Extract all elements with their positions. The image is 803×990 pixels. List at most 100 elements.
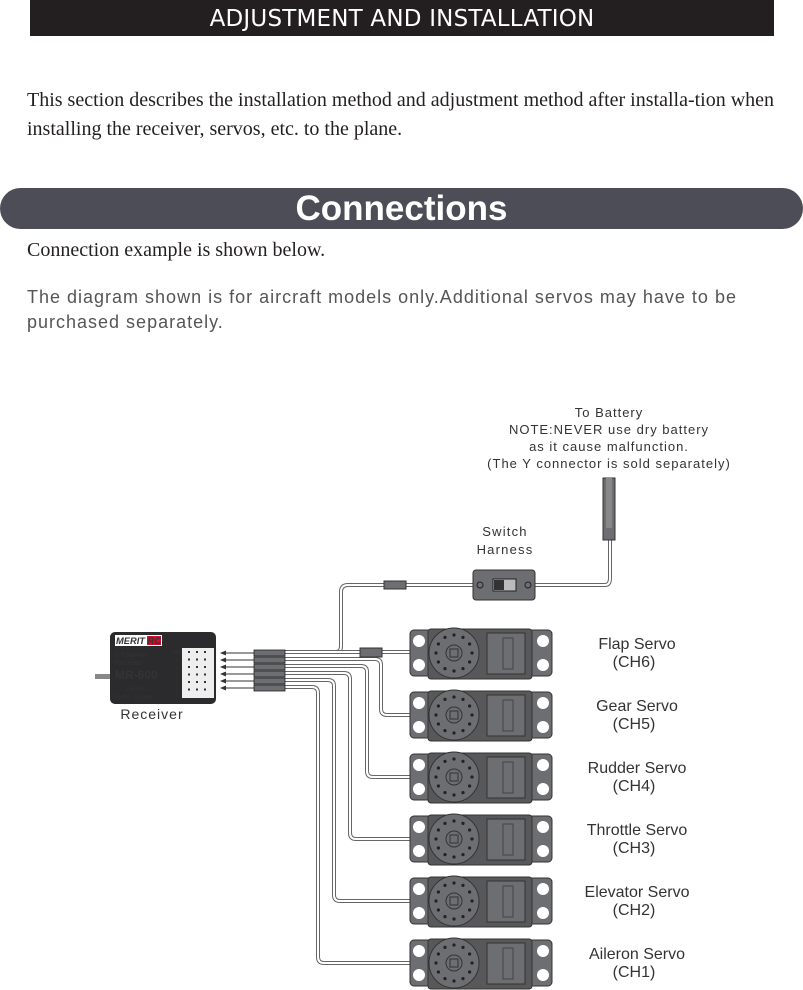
- receiver-text: 2.4GHz: [125, 687, 145, 693]
- port-pin: [188, 651, 190, 653]
- horn-hole: [461, 821, 465, 826]
- horn-hole: [461, 976, 465, 981]
- port-pin: [196, 666, 198, 668]
- switch-label-line: Harness: [477, 542, 534, 557]
- port-pin: [196, 681, 198, 683]
- port-label: 2: [176, 680, 179, 686]
- horn-hole: [443, 976, 447, 981]
- horn-hole: [461, 697, 465, 702]
- horn-hole: [452, 695, 456, 699]
- servo-plug: [253, 677, 286, 685]
- horn-hole: [443, 914, 447, 919]
- horn-hole: [467, 828, 472, 832]
- switch-knob: [494, 580, 504, 590]
- servo-name: Elevator Servo: [585, 884, 690, 901]
- mount-hole: [413, 945, 425, 957]
- battery-wire: [535, 540, 612, 587]
- port-label: 4: [176, 665, 179, 671]
- horn-hole: [467, 704, 472, 708]
- mount-hole: [537, 659, 549, 671]
- arrow-head-icon: [220, 685, 226, 691]
- mount-hole: [537, 759, 549, 771]
- port-pin: [204, 651, 206, 653]
- horn-hole: [452, 855, 456, 859]
- horn-hole: [470, 651, 474, 655]
- port-pin: [204, 666, 206, 668]
- arrow-head-icon: [220, 650, 226, 656]
- port-pin: [204, 681, 206, 683]
- servo-wire: [285, 671, 410, 841]
- servo-channel: (CH3): [613, 840, 656, 857]
- servo-wire: [285, 685, 410, 965]
- servo: [409, 875, 553, 928]
- manual-page: ADJUSTMENT AND INSTALLATION This section…: [0, 0, 803, 990]
- port-label: 1: [176, 688, 179, 694]
- servo-plug: [253, 649, 286, 657]
- servo-name: Gear Servo: [596, 698, 678, 715]
- servo-wire-core: [285, 665, 410, 778]
- mount-hole: [413, 635, 425, 647]
- servo-channel: (CH2): [613, 902, 656, 919]
- horn-hole: [436, 784, 441, 788]
- horn-hole: [434, 651, 438, 655]
- servo-label-plate: [486, 880, 526, 923]
- mount-hole: [413, 759, 425, 771]
- horn-hole: [470, 899, 474, 903]
- mount-hole: [537, 697, 549, 709]
- horn-hole: [436, 722, 441, 726]
- mount-hole: [537, 945, 549, 957]
- switch-label-line: Switch: [482, 524, 528, 539]
- servo-plug: [253, 656, 286, 664]
- servo-plug: [253, 663, 286, 671]
- mount-hole: [413, 969, 425, 981]
- servo-wire: [285, 664, 410, 779]
- mount-hole: [537, 969, 549, 981]
- horn-hole: [467, 908, 472, 912]
- servo-wire-core: [285, 686, 410, 964]
- horn-hole: [452, 917, 456, 921]
- receiver-model: MR-600: [115, 668, 158, 682]
- horn-hole: [436, 704, 441, 708]
- mount-hole: [413, 721, 425, 733]
- mount-hole: [413, 697, 425, 709]
- horn-hole: [467, 970, 472, 974]
- horn-hole: [467, 890, 472, 894]
- servo-plug: [253, 670, 286, 678]
- horn-hole: [443, 852, 447, 857]
- horn-hole: [443, 821, 447, 826]
- horn-hole: [461, 728, 465, 733]
- horn-hole: [467, 660, 472, 664]
- port-pin: [204, 688, 206, 691]
- horn-hole: [452, 731, 456, 735]
- y-connector: [359, 647, 383, 658]
- horn-hole: [443, 759, 447, 764]
- servo: [409, 813, 553, 866]
- horn-hole: [452, 669, 456, 673]
- receiver-text: FHSS System: [115, 695, 153, 701]
- horn-hole: [434, 837, 438, 841]
- servo-channel: (CH6): [613, 654, 656, 671]
- mount-hole: [537, 721, 549, 733]
- port-pin: [204, 673, 206, 676]
- arrow-head-icon: [220, 678, 226, 684]
- servo: [409, 627, 553, 680]
- port-pin: [196, 688, 198, 691]
- servo-label-plate: [486, 694, 526, 737]
- horn-hole: [443, 635, 447, 640]
- receiver-brand: MERIT RC: [116, 636, 162, 646]
- horn-hole: [470, 961, 474, 965]
- battery-note-line: NOTE:NEVER use dry battery: [509, 422, 709, 437]
- horn-hole: [461, 666, 465, 671]
- port-label: 3: [176, 673, 179, 679]
- servo-label-plate: [486, 632, 526, 675]
- horn-hole: [467, 642, 472, 646]
- port-pin: [188, 673, 190, 676]
- horn-hole: [434, 961, 438, 965]
- port-label: BAT: [172, 650, 181, 656]
- servo-name: Rudder Servo: [588, 760, 687, 777]
- servo-channel: (CH5): [613, 716, 656, 733]
- horn-hole: [434, 775, 438, 779]
- horn-hole: [461, 914, 465, 919]
- servo-label-plate: [486, 756, 526, 799]
- servo-name: Aileron Servo: [589, 946, 685, 963]
